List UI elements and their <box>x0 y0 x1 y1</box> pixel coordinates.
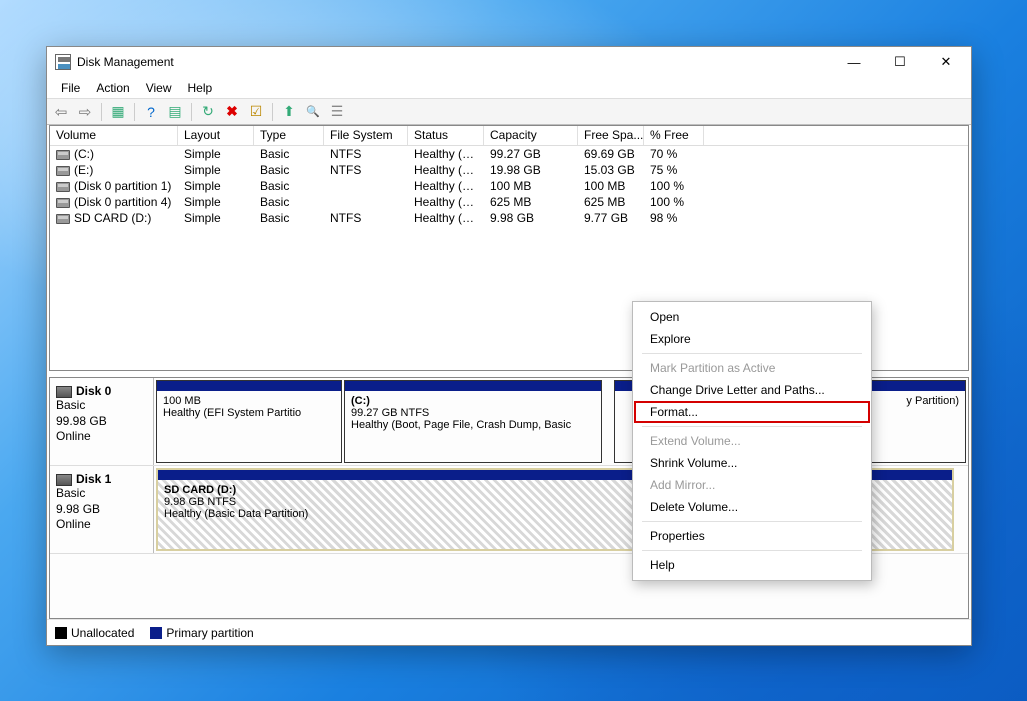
list-icon[interactable]: ☰ <box>327 102 347 122</box>
minimize-button[interactable]: — <box>831 47 877 77</box>
menubar: File Action View Help <box>47 77 971 99</box>
menu-file[interactable]: File <box>53 79 88 97</box>
forward-button[interactable]: ⇨ <box>75 102 95 122</box>
partition-header <box>345 381 601 391</box>
table-row[interactable]: (Disk 0 partition 1)SimpleBasicHealthy (… <box>50 178 968 194</box>
col-layout[interactable]: Layout <box>178 126 254 145</box>
disk-management-window: Disk Management — ☐ ✕ File Action View H… <box>46 46 972 646</box>
disk-info: Disk 1Basic9.98 GBOnline <box>50 466 154 553</box>
drive-icon <box>56 198 70 208</box>
col-free[interactable]: Free Spa... <box>578 126 644 145</box>
refresh-icon[interactable]: ↻ <box>198 102 218 122</box>
drive-icon <box>56 182 70 192</box>
ctx-mark-active: Mark Partition as Active <box>634 357 870 379</box>
disk-icon <box>56 474 72 486</box>
partition-label: 100 MBHealthy (EFI System Partitio <box>157 391 341 462</box>
table-row[interactable]: (Disk 0 partition 4)SimpleBasicHealthy (… <box>50 194 968 210</box>
drive-icon <box>56 214 70 224</box>
disk-icon <box>56 386 72 398</box>
app-icon <box>55 54 71 70</box>
titlebar[interactable]: Disk Management — ☐ ✕ <box>47 47 971 77</box>
legend-primary: Primary partition <box>150 626 253 640</box>
export-icon[interactable]: ⬆ <box>279 102 299 122</box>
view-icon[interactable]: ▦ <box>108 102 128 122</box>
col-capacity[interactable]: Capacity <box>484 126 578 145</box>
col-filesystem[interactable]: File System <box>324 126 408 145</box>
properties-icon[interactable]: ? <box>141 102 161 122</box>
ctx-delete-volume[interactable]: Delete Volume... <box>634 496 870 518</box>
grid-icon[interactable]: ▤ <box>165 102 185 122</box>
ctx-properties[interactable]: Properties <box>634 525 870 547</box>
ctx-add-mirror: Add Mirror... <box>634 474 870 496</box>
table-row[interactable]: (C:)SimpleBasicNTFSHealthy (B...99.27 GB… <box>50 146 968 162</box>
disk-info: Disk 0Basic99.98 GBOnline <box>50 378 154 465</box>
ctx-shrink[interactable]: Shrink Volume... <box>634 452 870 474</box>
partition[interactable]: (C:)99.27 GB NTFSHealthy (Boot, Page Fil… <box>344 380 602 463</box>
ctx-open[interactable]: Open <box>634 306 870 328</box>
menu-help[interactable]: Help <box>180 79 221 97</box>
window-title: Disk Management <box>77 55 174 69</box>
partition-label: (C:)99.27 GB NTFSHealthy (Boot, Page Fil… <box>345 391 601 462</box>
partition[interactable]: 100 MBHealthy (EFI System Partitio <box>156 380 342 463</box>
col-type[interactable]: Type <box>254 126 324 145</box>
close-button[interactable]: ✕ <box>923 47 969 77</box>
partition-header <box>157 381 341 391</box>
maximize-button[interactable]: ☐ <box>877 47 923 77</box>
context-menu: Open Explore Mark Partition as Active Ch… <box>632 301 872 581</box>
menu-action[interactable]: Action <box>88 79 137 97</box>
menu-view[interactable]: View <box>138 79 180 97</box>
column-headers[interactable]: Volume Layout Type File System Status Ca… <box>50 126 968 146</box>
col-status[interactable]: Status <box>408 126 484 145</box>
back-button[interactable]: ⇦ <box>51 102 71 122</box>
ctx-extend: Extend Volume... <box>634 430 870 452</box>
col-pctfree[interactable]: % Free <box>644 126 704 145</box>
search-icon[interactable]: 🔍 <box>303 102 323 122</box>
col-volume[interactable]: Volume <box>50 126 178 145</box>
ctx-help[interactable]: Help <box>634 554 870 576</box>
delete-icon[interactable]: ✖ <box>222 102 242 122</box>
legend-unallocated: Unallocated <box>55 626 134 640</box>
check-icon[interactable]: ☑ <box>246 102 266 122</box>
ctx-format[interactable]: Format... <box>634 401 870 423</box>
ctx-change-letter[interactable]: Change Drive Letter and Paths... <box>634 379 870 401</box>
table-row[interactable]: SD CARD (D:)SimpleBasicNTFSHealthy (B...… <box>50 210 968 226</box>
legend: Unallocated Primary partition <box>47 619 971 645</box>
table-row[interactable]: (E:)SimpleBasicNTFSHealthy (B...19.98 GB… <box>50 162 968 178</box>
drive-icon <box>56 150 70 160</box>
toolbar: ⇦ ⇨ ▦ ? ▤ ↻ ✖ ☑ ⬆ 🔍 ☰ <box>47 99 971 125</box>
ctx-explore[interactable]: Explore <box>634 328 870 350</box>
drive-icon <box>56 166 70 176</box>
